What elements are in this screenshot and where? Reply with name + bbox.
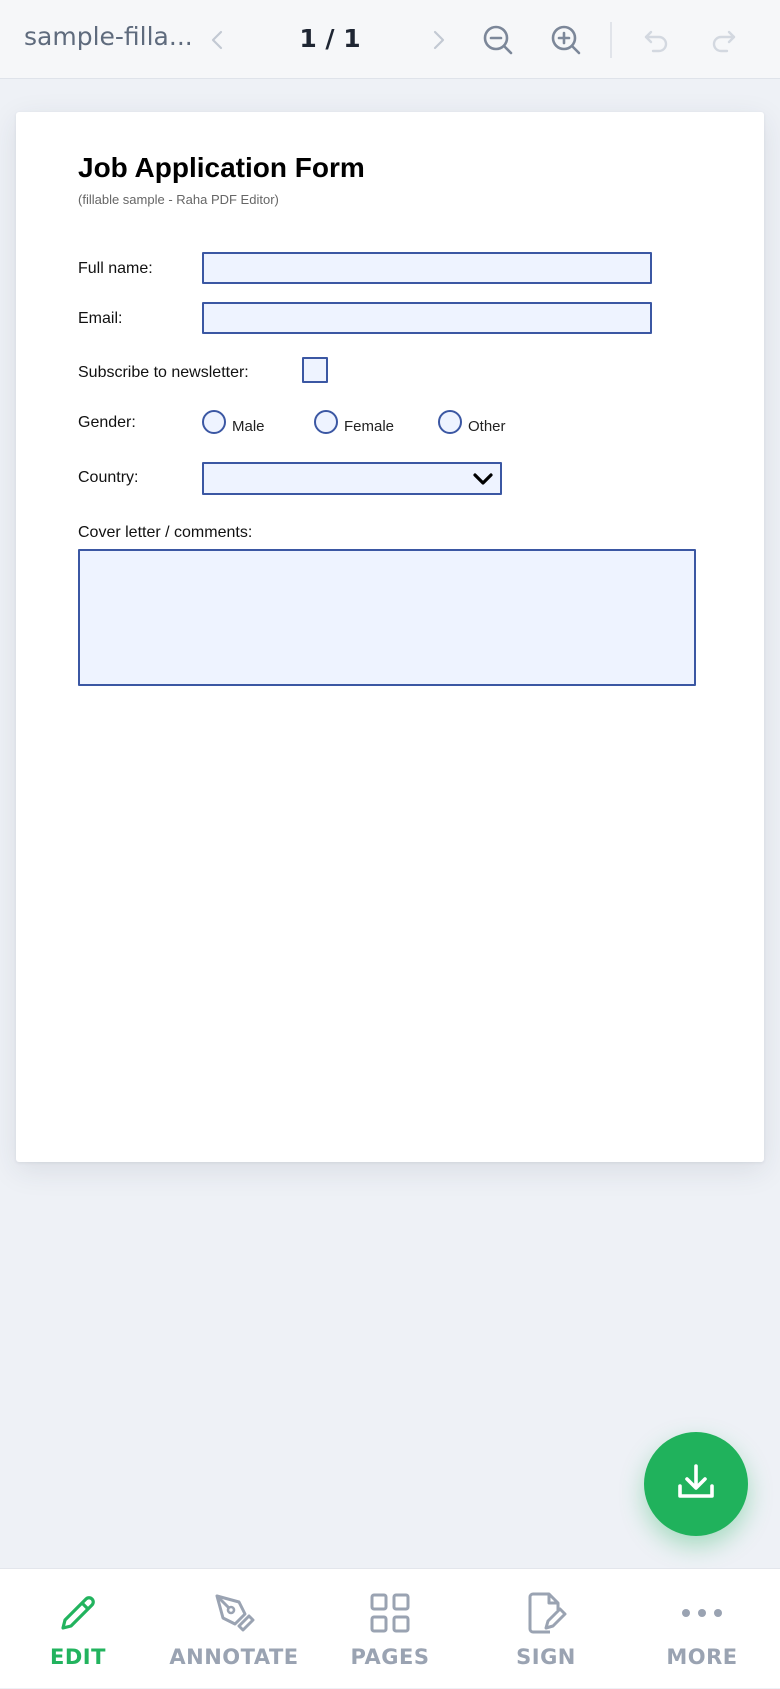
newsletter-label: Subscribe to newsletter: [78,364,249,381]
gender-option-female: Female [344,418,395,435]
document-title[interactable]: sample-filla... [24,22,193,51]
nav-item-edit[interactable]: EDIT [0,1569,156,1689]
nav-item-more[interactable]: MORE [624,1569,780,1689]
form-title: Job Application Form [78,152,365,183]
comments-textarea[interactable] [78,549,696,686]
redo-icon[interactable] [704,20,744,60]
grid-icon [368,1589,412,1637]
gender-option-male: Male [232,418,265,435]
country-select[interactable] [202,462,502,495]
zoom-out-icon[interactable] [478,20,518,60]
zoom-in-icon[interactable] [546,20,586,60]
gender-radio-female[interactable] [314,410,338,434]
gender-option-other: Other [468,418,506,435]
form-subtitle: (fillable sample - Raha PDF Editor) [78,192,279,207]
pdf-page: Job Application Form (fillable sample - … [16,112,764,1162]
nav-label-edit: EDIT [50,1645,106,1669]
nav-label-more: MORE [666,1645,738,1669]
undo-icon[interactable] [636,20,676,60]
newsletter-checkbox[interactable] [302,357,328,383]
gender-radio-other[interactable] [438,410,462,434]
bottom-navigation: EDIT ANNOTATE PAGES SIGN MORE [0,1568,780,1688]
nav-item-pages[interactable]: PAGES [312,1569,468,1689]
nav-item-sign[interactable]: SIGN [468,1569,624,1689]
chevron-down-icon [472,468,494,495]
chevron-left-icon[interactable] [198,20,238,60]
download-button[interactable] [644,1432,748,1536]
pen-nib-icon [211,1589,257,1637]
chevron-right-icon[interactable] [418,20,458,60]
page-counter: 1 / 1 [299,24,361,53]
country-label: Country: [78,469,139,486]
email-field[interactable] [202,302,652,334]
download-icon [674,1460,718,1509]
sign-document-icon [524,1589,568,1637]
nav-label-sign: SIGN [516,1645,576,1669]
nav-item-annotate[interactable]: ANNOTATE [156,1569,312,1689]
nav-label-annotate: ANNOTATE [169,1645,299,1669]
nav-label-pages: PAGES [350,1645,430,1669]
email-label: Email: [78,310,123,327]
comments-label: Cover letter / comments: [78,524,253,541]
pencil-icon [55,1589,101,1637]
gender-label: Gender: [78,414,136,431]
top-toolbar: sample-filla... 1 / 1 [0,0,780,79]
toolbar-divider [610,22,612,58]
gender-radio-male[interactable] [202,410,226,434]
more-dots-icon [680,1589,724,1637]
full-name-field[interactable] [202,252,652,284]
full-name-label: Full name: [78,260,153,277]
